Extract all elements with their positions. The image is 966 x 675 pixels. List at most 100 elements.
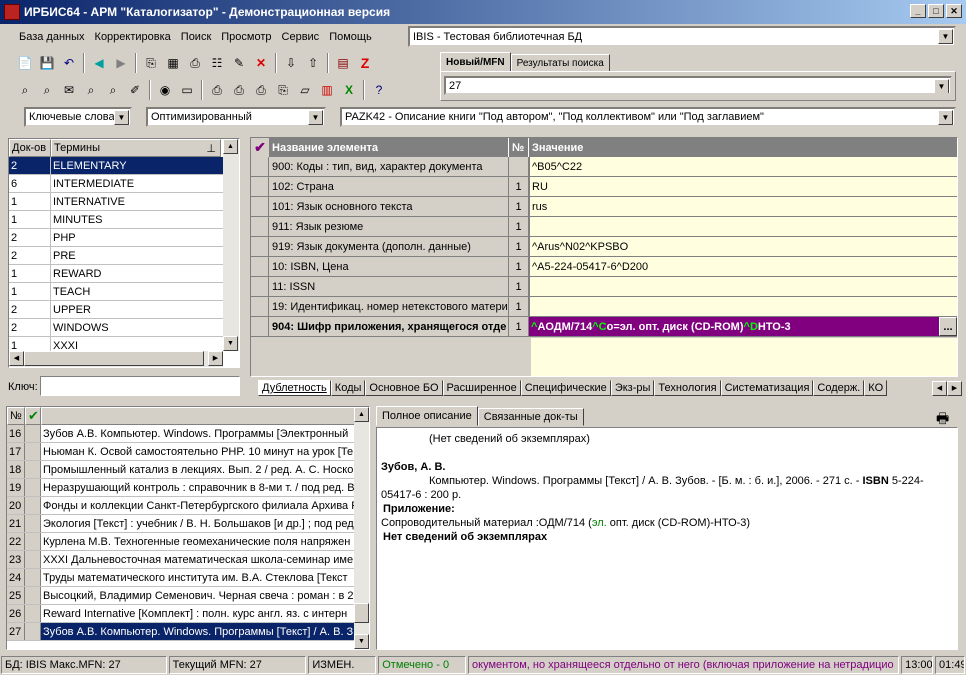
header-record[interactable]: [41, 407, 355, 425]
optimization-select[interactable]: Оптимизированный ▼: [146, 107, 326, 127]
chevron-down-icon[interactable]: ▼: [938, 110, 953, 125]
record-row[interactable]: 26 Reward Internative [Комплект] : полн. …: [7, 605, 355, 623]
dictionary-row[interactable]: 2 PRE: [9, 247, 223, 265]
tab-linked-docs[interactable]: Связанные док-ты: [477, 408, 584, 426]
worksheet-tab[interactable]: Расширенное: [442, 380, 521, 396]
hscroll-thumb[interactable]: [24, 351, 204, 366]
field-row[interactable]: 19: Идентификац. номер нетекстового мате…: [251, 297, 957, 317]
import-icon[interactable]: ⇩: [280, 52, 302, 74]
search-form-icon[interactable]: ⌕: [14, 79, 36, 101]
app-icon[interactable]: [4, 4, 20, 20]
edit-icon[interactable]: ✎: [228, 52, 250, 74]
header-num[interactable]: №: [7, 407, 25, 425]
record-check[interactable]: [25, 587, 41, 604]
scroll-up-icon[interactable]: ▲: [354, 407, 369, 422]
dictionary-row[interactable]: 6 INTERMEDIATE: [9, 175, 223, 193]
open-folder-icon[interactable]: ▱: [294, 79, 316, 101]
field-value[interactable]: rus: [529, 197, 957, 216]
print-forms-icon[interactable]: ⎙: [250, 79, 272, 101]
ellipsis-button[interactable]: ...: [939, 317, 957, 336]
menu-view[interactable]: Просмотр: [216, 31, 276, 43]
dictionary-row[interactable]: 1 INTERNATIVE: [9, 193, 223, 211]
new-record-icon[interactable]: 📄: [14, 52, 36, 74]
record-row[interactable]: 24 Труды математического института им. В.…: [7, 569, 355, 587]
copy-icon[interactable]: ⎘: [272, 79, 294, 101]
dictionary-row[interactable]: 2 WINDOWS: [9, 319, 223, 337]
record-row[interactable]: 16 Зубов А.В. Компьютер. Windows. Програм…: [7, 425, 355, 443]
export-icon[interactable]: ⇧: [302, 52, 324, 74]
field-row[interactable]: 11: ISSN 1: [251, 277, 957, 297]
field-row[interactable]: 900: Коды : тип, вид, характер документа…: [251, 157, 957, 177]
menu-search[interactable]: Поиск: [176, 31, 216, 43]
menu-help[interactable]: Помощь: [324, 31, 377, 43]
z3950-icon[interactable]: Z: [354, 52, 376, 74]
undo-icon[interactable]: ↶: [58, 52, 80, 74]
field-value[interactable]: ^Arus^N02^KPSBO: [529, 237, 957, 256]
mail-icon[interactable]: ✉: [58, 79, 80, 101]
mfn-input[interactable]: 27 ▼: [444, 76, 952, 95]
record-row[interactable]: 20 Фонды и коллекции Санкт-Петербургского…: [7, 497, 355, 515]
field-row[interactable]: 904: Шифр приложения, хранящегося отде 1 ^…: [251, 317, 957, 337]
record-check[interactable]: [25, 461, 41, 478]
menu-database[interactable]: База данных: [14, 31, 90, 43]
worksheet-select[interactable]: PAZK42 - Описание книги "Под автором", "…: [340, 107, 956, 127]
view-icon[interactable]: ◉: [154, 79, 176, 101]
dictionary-row[interactable]: 2 UPPER: [9, 301, 223, 319]
record-check[interactable]: [25, 623, 41, 640]
dictionary-row[interactable]: 2 ELEMENTARY: [9, 157, 223, 175]
record-check[interactable]: [25, 479, 41, 496]
record-row[interactable]: 21 Экология [Текст] : учебник / В. Н. Бол…: [7, 515, 355, 533]
field-row[interactable]: 919: Язык документа (дополн. данные) 1 ^Ar…: [251, 237, 957, 257]
worksheet-tab[interactable]: Технология: [654, 380, 721, 396]
close-button[interactable]: ✕: [946, 4, 962, 18]
next-record-icon[interactable]: ▶: [110, 52, 132, 74]
field-value[interactable]: [529, 297, 957, 316]
print-list-icon[interactable]: ⎙: [228, 79, 250, 101]
dictionary-hscroll[interactable]: ◀ ▶: [9, 351, 223, 367]
menu-service[interactable]: Сервис: [277, 31, 325, 43]
header-field-value[interactable]: Значение: [529, 138, 957, 157]
search-sequential-icon[interactable]: ⌕: [80, 79, 102, 101]
record-check[interactable]: [25, 569, 41, 586]
worksheet-tab[interactable]: Основное БО: [365, 380, 443, 396]
worksheet-tab[interactable]: Систематизация: [720, 380, 814, 396]
save-icon[interactable]: 💾: [36, 52, 58, 74]
record-check[interactable]: [25, 443, 41, 460]
record-check[interactable]: [25, 425, 41, 442]
dictionary-row[interactable]: 1 REWARD: [9, 265, 223, 283]
eraser-icon[interactable]: ✐: [124, 79, 146, 101]
header-doc-count[interactable]: Док-ов: [9, 139, 51, 157]
tab-search-results[interactable]: Результаты поиска: [510, 54, 610, 72]
delete-icon[interactable]: ✕: [250, 52, 272, 74]
field-value[interactable]: RU: [529, 177, 957, 196]
field-row[interactable]: 911: Язык резюме 1: [251, 217, 957, 237]
worksheet-tab[interactable]: КО: [864, 380, 888, 396]
vscroll-thumb[interactable]: [354, 603, 369, 623]
maximize-button[interactable]: □: [928, 4, 944, 18]
worksheet-tab[interactable]: Дублетность: [258, 380, 331, 396]
worksheet-tab[interactable]: Содерж.: [813, 380, 865, 396]
header-terms[interactable]: Термины ⊥: [51, 139, 221, 157]
check-icon[interactable]: ✔: [251, 138, 269, 157]
scroll-up-icon[interactable]: ▲: [223, 139, 238, 154]
copy-record-icon[interactable]: ⎘: [140, 52, 162, 74]
stamp-icon[interactable]: ⎙: [184, 52, 206, 74]
record-row[interactable]: 22 Курлена М.В. Техногенные геомеханическ…: [7, 533, 355, 551]
prev-record-icon[interactable]: ◀: [88, 52, 110, 74]
database-select[interactable]: IBIS - Тестовая библиотечная БД ▼: [408, 26, 956, 47]
field-value[interactable]: [529, 217, 957, 236]
field-row[interactable]: 102: Страна 1 RU: [251, 177, 957, 197]
scroll-down-icon[interactable]: ▼: [223, 336, 238, 351]
dictionary-row[interactable]: 1 MINUTES: [9, 211, 223, 229]
record-row[interactable]: 27 Зубов А.В. Компьютер. Windows. Програм…: [7, 623, 355, 641]
search-advanced-icon[interactable]: ⌕: [36, 79, 58, 101]
header-field-name[interactable]: Название элемента: [269, 138, 509, 157]
worksheet-tab[interactable]: Специфические: [520, 380, 611, 396]
scroll-down-icon[interactable]: ▼: [354, 634, 369, 649]
record-check[interactable]: [25, 605, 41, 622]
search-mode-select[interactable]: Ключевые слова ▼: [24, 107, 132, 127]
records-vscroll[interactable]: ▲ ▼: [354, 407, 369, 649]
tab-new-mfn[interactable]: Новый/MFN: [440, 52, 511, 72]
scroll-left-icon[interactable]: ◀: [932, 381, 947, 396]
scroll-left-icon[interactable]: ◀: [9, 351, 24, 366]
